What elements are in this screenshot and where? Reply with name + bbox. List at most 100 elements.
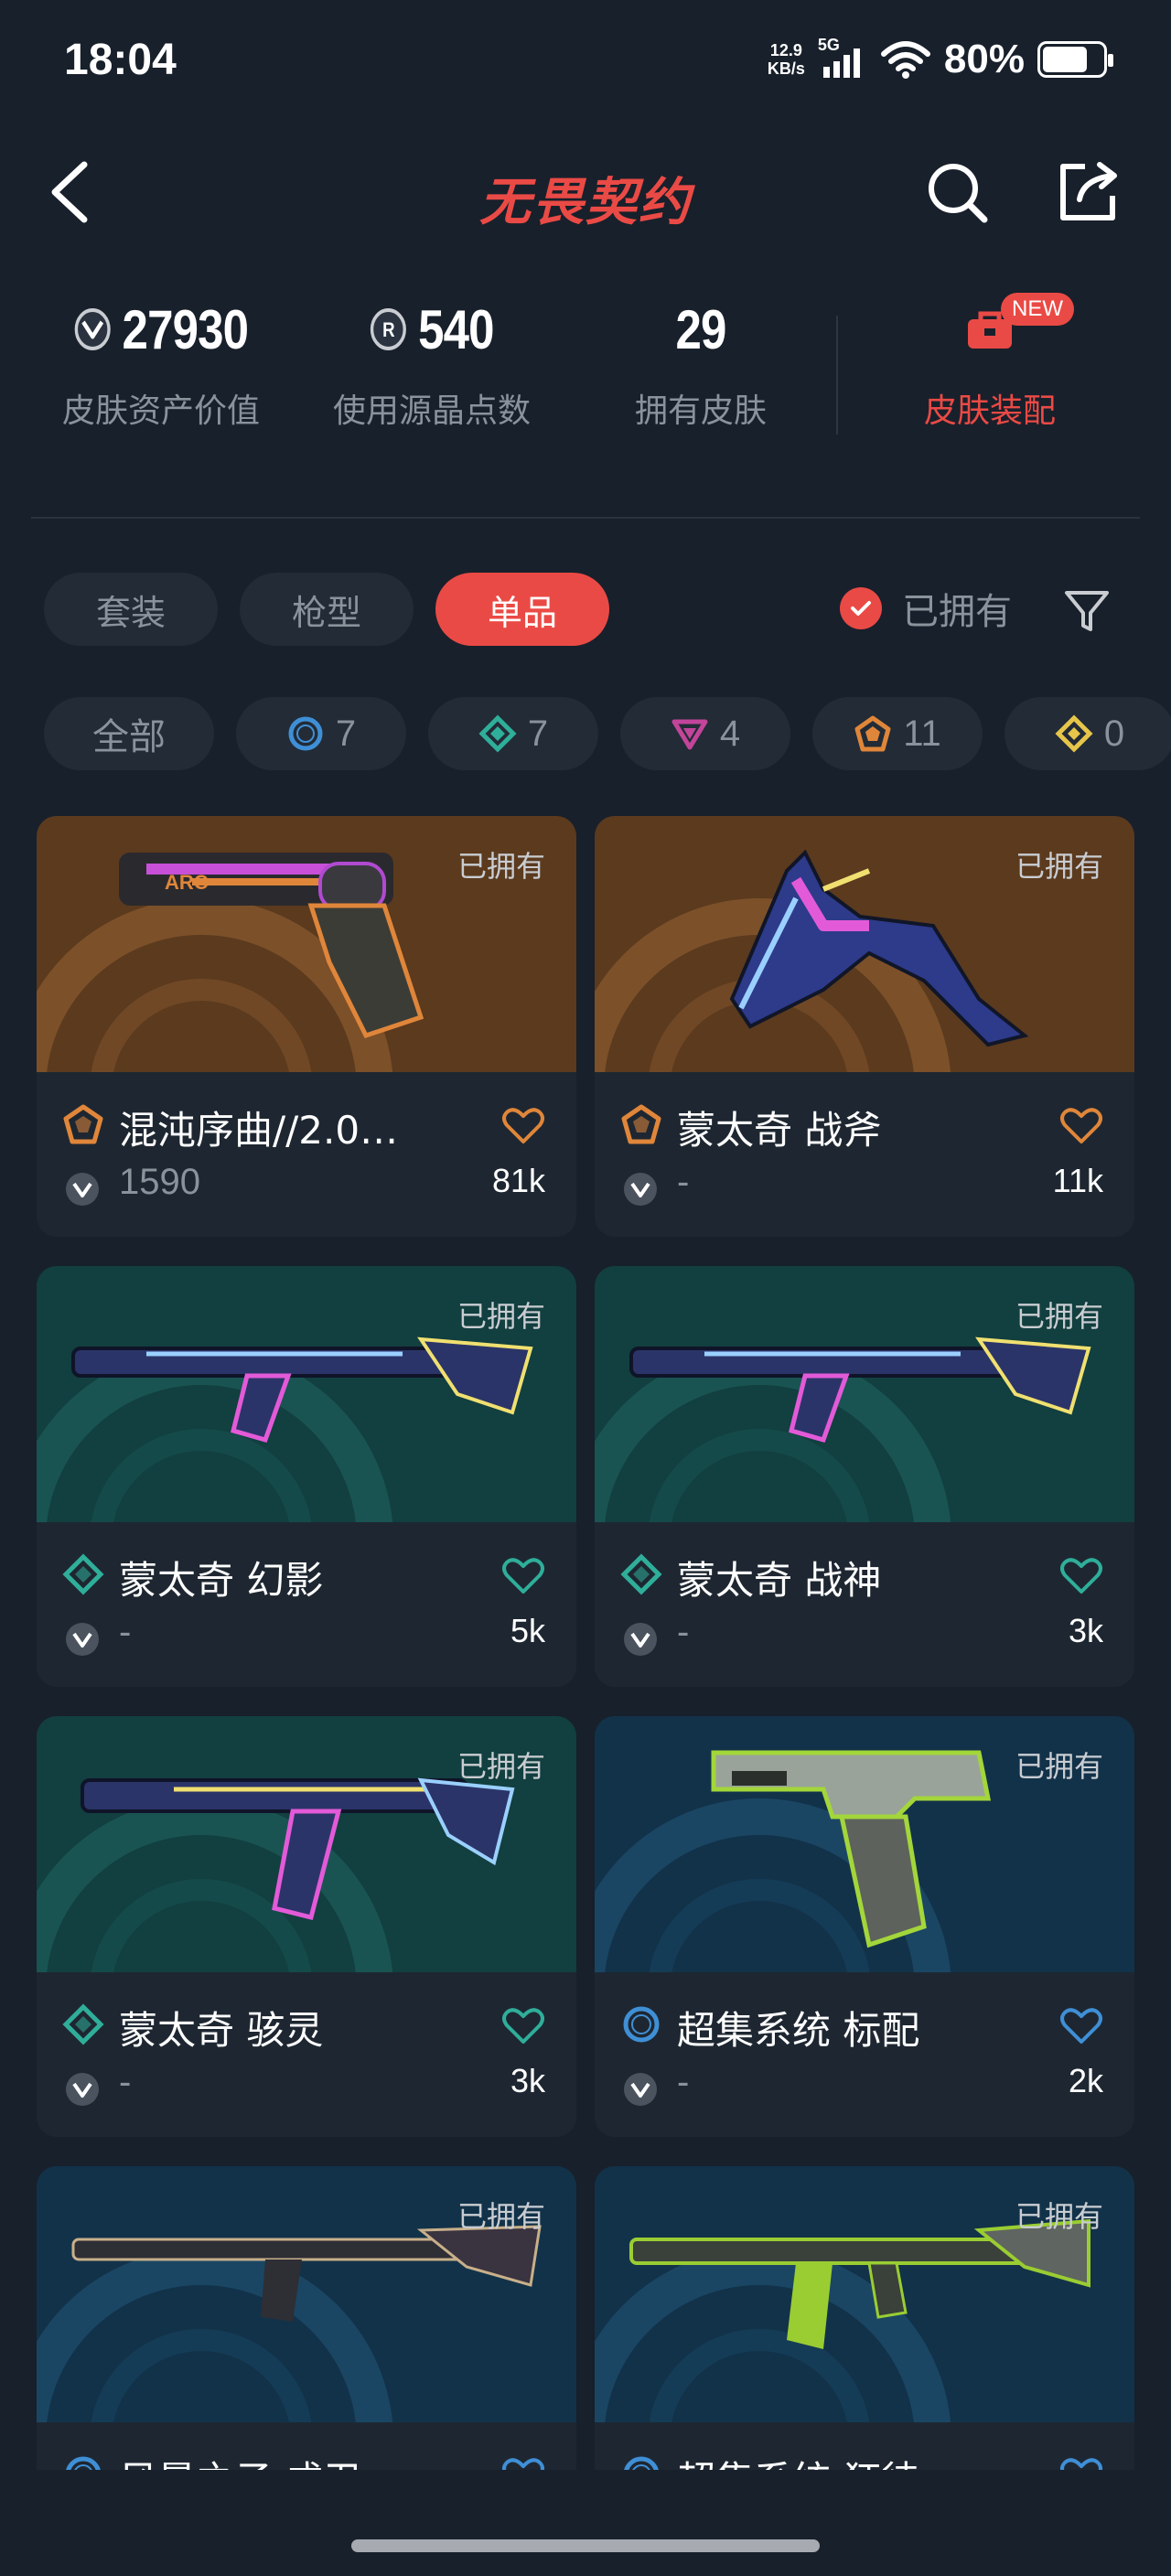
rarity-chip-ultra[interactable]: 0 [1004,697,1171,770]
app-title: 无畏契约 [479,173,692,232]
status-bar: 18:04 12.9 KB/s 5G 80% [0,0,1171,128]
heart-icon[interactable] [1059,2455,1103,2470]
skin-info: 超集系统 标配 - 2k [595,1972,1134,2137]
skin-card[interactable]: ARC 已拥有 混沌序曲//2.0… 1590 81k [37,816,576,1237]
owned-filter-label: 已拥有 [902,591,1012,633]
battery-icon [1037,41,1113,78]
skin-name: 蒙太奇 骇灵 [119,2008,324,2053]
tab-bundle[interactable]: 套装 [44,573,218,646]
skin-price: - [677,1612,690,1652]
rarity-chip-count: 7 [527,713,549,754]
heart-icon[interactable] [501,1555,545,1595]
skin-card[interactable]: 已拥有 风暴之子 戍卫 - [37,2166,576,2470]
status-time: 18:04 [64,36,177,84]
skin-info: 蒙太奇 幻影 - 5k [37,1522,576,1687]
vp-currency-icon [66,1173,99,1206]
heart-icon[interactable] [1059,2005,1103,2045]
rarity-chip-label: 全部 [92,717,166,757]
owned-tag: 已拥有 [457,1299,545,1334]
stats-divider [836,316,838,435]
skin-card[interactable]: 已拥有 蒙太奇 骇灵 - 3k [37,1716,576,2137]
heart-icon[interactable] [1059,1105,1103,1145]
skin-price: - [677,2062,690,2102]
like-count: 81k [491,1162,545,1199]
skin-card[interactable]: 已拥有 超集系统 标配 - 2k [595,1716,1134,2137]
skin-price: - [119,2062,132,2102]
exclusive-tier-icon [62,1103,104,1145]
skin-artwork: 已拥有 [37,1716,576,1972]
owned-tag: 已拥有 [1015,1749,1103,1784]
like-count: 5k [510,1612,545,1649]
skin-card[interactable]: 已拥有 蒙太奇 战斧 - 11k [595,816,1134,1237]
vp-currency-icon [624,1173,657,1206]
exclusive-tier-icon [620,1103,662,1145]
rarity-filters: 全部 7 7 4 11 0 [44,697,1171,770]
check-icon [840,587,882,629]
skin-price: 1590 [119,1162,200,1202]
skin-artwork: 已拥有 [595,2166,1134,2422]
like-count: 11k [1052,1162,1103,1199]
skin-card[interactable]: 已拥有 蒙太奇 战神 - 3k [595,1266,1134,1687]
owned-filter-toggle[interactable]: 已拥有 [840,582,1012,635]
status-indicators: 12.9 KB/s 5G 80% [768,36,1113,82]
stat-label: 使用源晶点数 [332,392,531,430]
net-speed-value: 12.9 [769,41,802,59]
tab-gun-type[interactable]: 枪型 [240,573,414,646]
deluxe-tier-icon [478,714,517,753]
skin-name: 超集系统 狂徒 [677,2450,919,2470]
rarity-chip-select[interactable]: 7 [236,697,406,770]
skin-info: 蒙太奇 骇灵 - 3k [37,1972,576,2137]
home-indicator[interactable] [351,2539,820,2552]
deluxe-tier-icon [620,1553,662,1595]
battery-percent: 80% [943,37,1025,81]
deluxe-tier-icon [62,2003,104,2045]
owned-tag: 已拥有 [1015,2199,1103,2234]
rarity-chip-count: 7 [335,713,357,754]
skin-name: 风暴之子 戍卫 [119,2450,361,2470]
rarity-chip-premium[interactable]: 4 [620,697,790,770]
stat-skin-asset-value: 27930 皮肤资产价值 [24,293,298,432]
premium-tier-icon [671,719,708,750]
svg-text:ARC: ARC [165,871,209,894]
owned-tag: 已拥有 [1015,849,1103,884]
skin-card[interactable]: 已拥有 蒙太奇 幻影 - 5k [37,1266,576,1687]
stat-owned-skins: 29 拥有皮肤 [564,293,838,432]
exclusive-tier-icon [854,715,891,752]
cellular-signal-icon: 5G [818,36,867,80]
rarity-chip-all[interactable]: 全部 [44,697,214,770]
like-count: 3k [510,2062,545,2099]
category-tabs: 套装 枪型 单品 [44,573,609,646]
skin-info: 超集系统 狂徒 - [595,2422,1134,2470]
skin-name: 混沌序曲//2.0… [119,1108,399,1153]
rarity-chip-exclusive[interactable]: 11 [812,697,983,770]
skin-artwork: 已拥有 [37,2166,576,2422]
stat-label: 拥有皮肤 [634,392,767,430]
heart-icon[interactable] [1059,1555,1103,1595]
owned-tag: 已拥有 [457,849,545,884]
rarity-chip-count: 0 [1103,713,1125,754]
vp-currency-icon [74,308,111,350]
skin-price: - [677,1162,690,1202]
top-bar: 无畏契约 [0,137,1171,247]
ultra-tier-icon [1055,714,1093,753]
tab-single-item[interactable]: 单品 [435,573,609,646]
heart-icon[interactable] [501,2455,545,2470]
select-tier-icon [620,2003,662,2045]
vp-currency-icon [624,2073,657,2106]
loadout-button[interactable]: 皮肤装配 [853,293,1127,432]
section-divider [31,517,1140,519]
skin-info: 混沌序曲//2.0… 1590 81k [37,1072,576,1237]
skin-card[interactable]: 已拥有 超集系统 狂徒 - [595,2166,1134,2470]
rarity-chip-count: 4 [719,713,741,754]
asset-stats: 27930 皮肤资产价值 R 540 使用源晶点数 29 拥有皮肤 皮肤装配 [0,293,1171,476]
filter-icon[interactable] [1061,585,1112,637]
share-icon[interactable] [1052,157,1122,227]
rarity-chip-count: 11 [903,713,941,754]
like-count: 2k [1068,2062,1103,2099]
vp-currency-icon [624,1623,657,1656]
rarity-chip-deluxe[interactable]: 7 [428,697,598,770]
heart-icon[interactable] [501,2005,545,2045]
search-icon[interactable] [922,157,992,227]
select-tier-icon [620,2453,662,2470]
heart-icon[interactable] [501,1105,545,1145]
